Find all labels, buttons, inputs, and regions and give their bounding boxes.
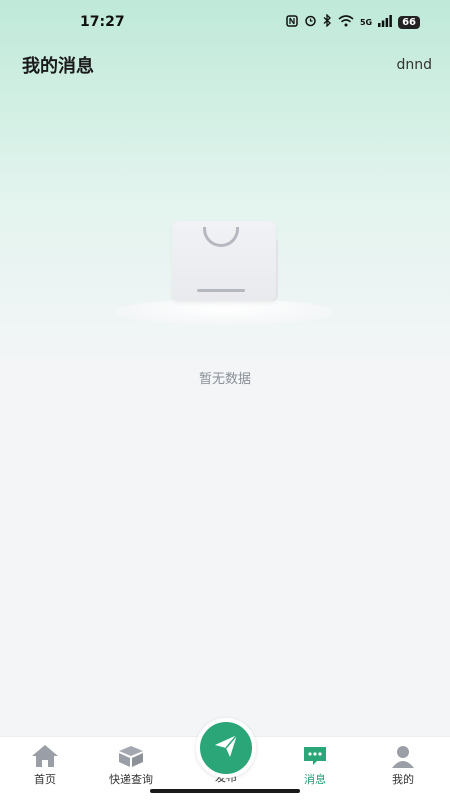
tab-profile[interactable]: 我的 — [358, 737, 448, 787]
page-title: 我的消息 — [22, 56, 94, 77]
tab-messages[interactable]: 消息 — [270, 737, 360, 787]
status-icons: 5G 66 — [286, 13, 420, 30]
home-indicator — [150, 789, 300, 793]
wifi-icon — [338, 14, 354, 30]
send-icon — [211, 731, 241, 765]
signal-icon — [378, 14, 392, 30]
page-header: 我的消息 dnnd — [0, 48, 450, 82]
user-name[interactable]: dnnd — [396, 57, 432, 73]
tab-home-label: 首页 — [34, 773, 56, 786]
bluetooth-icon — [323, 13, 332, 30]
profile-icon — [389, 743, 417, 769]
tab-express-label: 快递查询 — [109, 773, 153, 786]
bag-line — [197, 289, 245, 292]
empty-illustration — [115, 215, 335, 325]
battery-indicator: 66 — [398, 15, 420, 29]
status-bar: 17:27 5G 66 — [0, 0, 450, 44]
package-icon — [117, 743, 145, 769]
tab-profile-label: 我的 — [392, 773, 414, 786]
home-icon — [31, 743, 59, 769]
publish-button[interactable] — [196, 718, 256, 778]
tab-home[interactable]: 首页 — [0, 737, 90, 787]
nfc-icon — [286, 14, 298, 30]
empty-state-text: 暂无数据 — [198, 372, 251, 387]
alarm-icon — [304, 14, 317, 30]
message-icon — [301, 743, 329, 769]
network-type: 5G — [359, 17, 373, 27]
tab-express[interactable]: 快递查询 — [86, 737, 176, 787]
cloud-shape — [115, 299, 335, 325]
tab-messages-label: 消息 — [304, 773, 326, 786]
status-time: 17:27 — [80, 14, 125, 30]
